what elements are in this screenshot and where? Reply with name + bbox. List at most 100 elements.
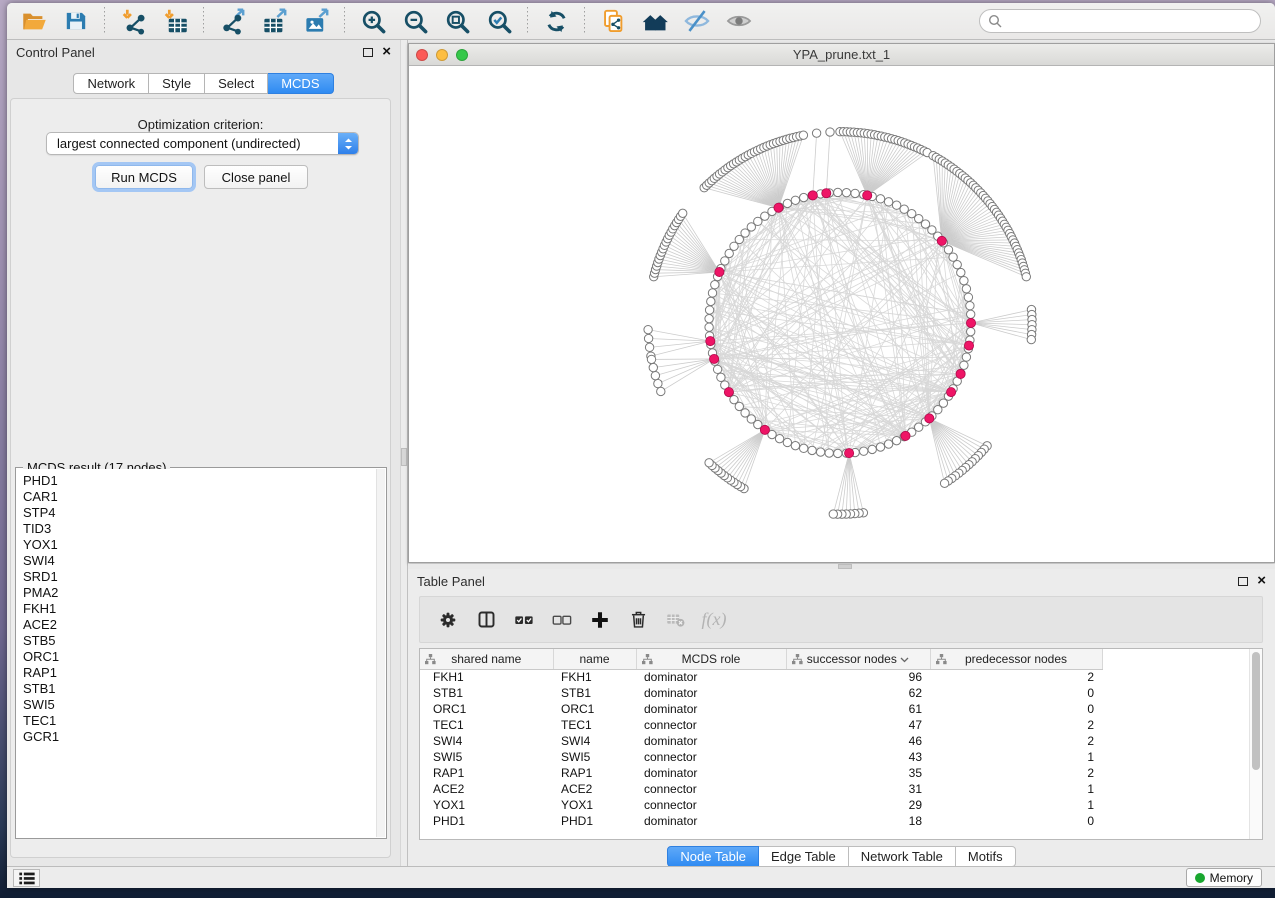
list-item[interactable]: FKH1 [23, 601, 385, 617]
table-row[interactable]: PHD1PHD1dominator180 [420, 813, 1262, 829]
table-row[interactable]: ACE2ACE2connector311 [420, 781, 1262, 797]
column-settings-gear-button[interactable] [435, 607, 461, 633]
tab-select[interactable]: Select [205, 73, 268, 94]
table-row[interactable]: YOX1YOX1connector291 [420, 797, 1262, 813]
close-icon[interactable]: × [1257, 576, 1266, 586]
control-panel-title: Control Panel [16, 45, 95, 60]
search-box [979, 9, 1261, 33]
tab-network[interactable]: Network [73, 73, 149, 94]
list-item[interactable]: STB5 [23, 633, 385, 649]
toolbar-separator [104, 7, 105, 35]
show-details-button[interactable] [723, 6, 755, 36]
list-item[interactable]: ORC1 [23, 649, 385, 665]
list-item[interactable]: RAP1 [23, 665, 385, 681]
table-row[interactable]: SWI4SWI4dominator462 [420, 733, 1262, 749]
export-image-button[interactable] [300, 6, 332, 36]
export-table-button[interactable] [258, 6, 290, 36]
close-panel-button[interactable]: Close panel [204, 165, 308, 189]
column-header-predecessor-nodes[interactable]: predecessor nodes [930, 649, 1102, 669]
export-image-icon [303, 8, 330, 35]
first-neighbors-button[interactable] [639, 6, 671, 36]
tab-mcds[interactable]: MCDS [268, 73, 333, 94]
float-window-icon[interactable] [363, 48, 373, 57]
tab-edge-table[interactable]: Edge Table [759, 846, 849, 867]
mcds-result-list[interactable]: PHD1CAR1STP4TID3YOX1SWI4SRD1PMA2FKH1ACE2… [17, 469, 385, 837]
list-item[interactable]: ACE2 [23, 617, 385, 633]
list-item[interactable]: GCR1 [23, 729, 385, 745]
attribute-tree-icon [936, 654, 947, 665]
delete-button[interactable] [625, 607, 651, 633]
node-table-wrap: shared namenameMCDS rolesuccessor nodes … [419, 648, 1263, 840]
list-item[interactable]: YOX1 [23, 537, 385, 553]
list-item[interactable]: SRD1 [23, 569, 385, 585]
select-all-button[interactable] [511, 607, 537, 633]
table-scrollbar[interactable] [1249, 649, 1262, 839]
tab-style[interactable]: Style [149, 73, 205, 94]
scrollbar-thumb[interactable] [1252, 652, 1260, 770]
search-input[interactable] [1007, 14, 1252, 29]
node-table: shared namenameMCDS rolesuccessor nodes … [420, 649, 1262, 829]
float-window-icon[interactable] [1238, 577, 1248, 586]
list-item[interactable]: TID3 [23, 521, 385, 537]
memory-button[interactable]: Memory [1186, 868, 1262, 887]
list-scrollbar[interactable] [376, 469, 385, 837]
zoom-fit-button[interactable] [441, 6, 473, 36]
clone-network-button[interactable] [597, 6, 629, 36]
vertical-splitter[interactable] [400, 40, 408, 866]
table-row[interactable]: ORC1ORC1dominator610 [420, 701, 1262, 717]
criterion-select[interactable]: largest connected component (undirected) [46, 132, 359, 155]
folder-icon [21, 8, 48, 35]
network-canvas[interactable] [409, 66, 1274, 562]
table-row[interactable]: FKH1FKH1dominator962 [420, 669, 1262, 685]
table-row[interactable]: SWI5SWI5connector431 [420, 749, 1262, 765]
sort-chevron-icon [900, 657, 909, 663]
list-item[interactable]: SWI4 [23, 553, 385, 569]
export-table-icon [261, 8, 288, 35]
list-item[interactable]: STB1 [23, 681, 385, 697]
mcds-tab-content: Optimization criterion: largest connecte… [10, 98, 391, 858]
list-item[interactable]: TEC1 [23, 713, 385, 729]
run-mcds-button[interactable]: Run MCDS [95, 165, 193, 189]
column-header-name[interactable]: name [553, 649, 636, 669]
column-header-successor-nodes[interactable]: successor nodes [786, 649, 930, 669]
splitter-grip[interactable] [401, 448, 407, 466]
memory-label: Memory [1210, 871, 1253, 885]
show-columns-button[interactable] [473, 607, 499, 633]
list-icon [17, 869, 37, 887]
column-header-shared-name[interactable]: shared name [420, 649, 553, 669]
list-item[interactable]: PMA2 [23, 585, 385, 601]
network-title: YPA_prune.txt_1 [409, 47, 1274, 62]
close-icon[interactable]: × [382, 47, 391, 57]
refresh-button[interactable] [540, 6, 572, 36]
list-item[interactable]: STP4 [23, 505, 385, 521]
table-row[interactable]: STB1STB1dominator620 [420, 685, 1262, 701]
hide-details-button[interactable] [681, 6, 713, 36]
task-history-button[interactable] [13, 869, 40, 887]
import-network-button[interactable] [117, 6, 149, 36]
column-header-filler [1102, 649, 1262, 669]
network-titlebar: YPA_prune.txt_1 [409, 44, 1274, 66]
zoom-in-button[interactable] [357, 6, 389, 36]
tab-network-table[interactable]: Network Table [849, 846, 956, 867]
add-row-button[interactable] [587, 607, 613, 633]
table-toolbar: f(x) [419, 596, 1263, 643]
zoom-in-icon [360, 8, 387, 35]
list-item[interactable]: CAR1 [23, 489, 385, 505]
open-file-button[interactable] [18, 6, 50, 36]
column-header-MCDS-role[interactable]: MCDS role [636, 649, 786, 669]
zoom-out-button[interactable] [399, 6, 431, 36]
import-table-button[interactable] [159, 6, 191, 36]
zoom-selected-button[interactable] [483, 6, 515, 36]
list-item[interactable]: PHD1 [23, 473, 385, 489]
tab-motifs[interactable]: Motifs [956, 846, 1016, 867]
tab-node-table[interactable]: Node Table [667, 846, 759, 867]
list-item[interactable]: SWI5 [23, 697, 385, 713]
deselect-all-button[interactable] [549, 607, 575, 633]
table-row[interactable]: RAP1RAP1dominator352 [420, 765, 1262, 781]
save-session-button[interactable] [60, 6, 92, 36]
table-row[interactable]: TEC1TEC1connector472 [420, 717, 1262, 733]
function-builder-button-disabled: f(x) [701, 607, 727, 633]
export-network-button[interactable] [216, 6, 248, 36]
node-table-body: FKH1FKH1dominator962STB1STB1dominator620… [420, 669, 1262, 829]
attribute-tree-icon [792, 654, 803, 665]
